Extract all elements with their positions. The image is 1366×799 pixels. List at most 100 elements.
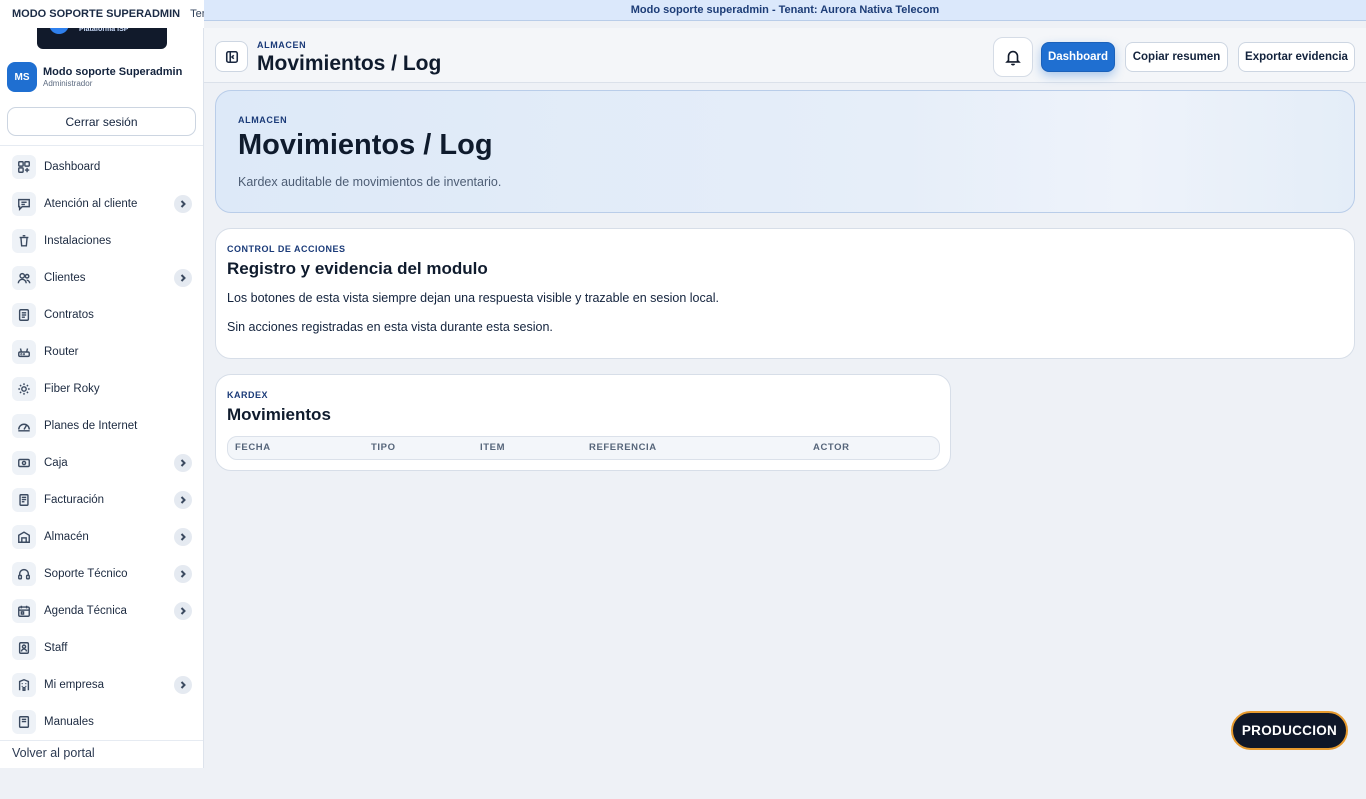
back-to-portal-link[interactable]: Volver al portal (12, 746, 95, 760)
gauge-icon (12, 413, 36, 438)
export-evidence-button[interactable]: Exportar evidencia (1238, 42, 1355, 72)
sidebar-item-router[interactable]: Router (0, 333, 203, 370)
tenant-label: Tenant (190, 8, 204, 20)
chat-icon (12, 191, 36, 216)
card-title: Registro y evidencia del modulo (227, 259, 488, 278)
column-header-item: ITEM (480, 442, 506, 453)
sidebar-item-label: Caja (44, 456, 68, 469)
sidebar-item-label: Router (44, 345, 79, 358)
chevron-right-icon[interactable] (174, 602, 192, 620)
support-mode-text: Modo soporte superadmin - Tenant: Aurora… (630, 4, 940, 16)
hero-panel: ALMACEN Movimientos / Log Kardex auditab… (215, 90, 1355, 213)
user-profile: MS Modo soporte Superadmin Administrador (7, 62, 197, 92)
badge-icon (12, 635, 36, 660)
sidebar-item-label: Manuales (44, 715, 94, 728)
dashboard-button[interactable]: Dashboard (1041, 42, 1115, 72)
sidebar-item-clientes[interactable]: Clientes (0, 259, 203, 296)
users-icon (12, 265, 36, 290)
environment-badge[interactable]: PRODUCCION (1231, 711, 1348, 750)
action-control-card: CONTROL DE ACCIONES Registro y evidencia… (215, 228, 1355, 359)
sidebar-nav: Dashboard Atención al cliente Instalacione… (0, 148, 203, 740)
divider (0, 740, 203, 741)
sidebar-item-label: Staff (44, 641, 68, 654)
sidebar: Plataforma ISP MS Modo soporte Superadmi… (0, 0, 204, 768)
sidebar-item-label: Agenda Técnica (44, 604, 127, 617)
hero-subtitle: Kardex auditable de movimientos de inven… (238, 175, 502, 189)
sidebar-item-facturacion[interactable]: Facturación (0, 481, 203, 518)
hero-title: Movimientos / Log (238, 129, 493, 161)
sidebar-item-caja[interactable]: Caja (0, 444, 203, 481)
column-header-referencia: REFERENCIA (589, 442, 657, 453)
sidebar-item-planes-de-internet[interactable]: Planes de Internet (0, 407, 203, 444)
kardex-card: KARDEX Movimientos FECHA TIPO ITEM REFER… (215, 374, 951, 471)
sidebar-item-label: Soporte Técnico (44, 567, 128, 580)
building-icon (12, 672, 36, 697)
invoice-icon (12, 487, 36, 512)
sidebar-item-label: Mi empresa (44, 678, 105, 691)
headset-icon (12, 561, 36, 586)
sidebar-item-label: Fiber Roky (44, 382, 100, 395)
profile-role: Administrador (43, 79, 93, 88)
copy-summary-button[interactable]: Copiar resumen (1125, 42, 1228, 72)
sidebar-item-contratos[interactable]: Contratos (0, 296, 203, 333)
cash-icon (12, 450, 36, 475)
trash-icon (12, 228, 36, 253)
sidebar-item-label: Clientes (44, 271, 86, 284)
chevron-right-icon[interactable] (174, 269, 192, 287)
sidebar-item-manuales[interactable]: Manuales (0, 703, 203, 740)
card-title: Movimientos (227, 405, 331, 424)
sidebar-item-label: Facturación (44, 493, 105, 506)
notifications-button[interactable] (993, 37, 1033, 77)
sidebar-item-atencion-al-cliente[interactable]: Atención al cliente (0, 185, 203, 222)
chevron-right-icon[interactable] (174, 565, 192, 583)
column-header-tipo: TIPO (371, 442, 396, 453)
dashboard-icon (12, 154, 36, 179)
support-mode-banner: Modo soporte superadmin - Tenant: Aurora… (204, 0, 1366, 21)
sidebar-item-almacen[interactable]: Almacén (0, 518, 203, 555)
column-header-actor: ACTOR (813, 442, 850, 453)
collapse-sidebar-button[interactable] (215, 41, 248, 72)
sidebar-toggle-icon (225, 50, 238, 63)
sidebar-item-label: Almacén (44, 530, 89, 543)
chevron-right-icon[interactable] (174, 491, 192, 509)
divider (0, 145, 203, 146)
bell-icon (1005, 50, 1021, 66)
sidebar-item-instalaciones[interactable]: Instalaciones (0, 222, 203, 259)
sun-icon (12, 376, 36, 401)
sidebar-item-label: Contratos (44, 308, 94, 321)
profile-name: Modo soporte Superadmin (43, 66, 183, 78)
router-icon (12, 339, 36, 364)
sidebar-item-label: Planes de Internet (44, 419, 138, 432)
chevron-right-icon[interactable] (174, 528, 192, 546)
card-kicker: KARDEX (227, 390, 269, 400)
document-icon (12, 302, 36, 327)
sidebar-item-mi-empresa[interactable]: Mi empresa (0, 666, 203, 703)
sidebar-item-label: Atención al cliente (44, 197, 138, 210)
action-log-status: Sin acciones registradas en esta vista d… (227, 320, 553, 334)
card-description: Los botones de esta vista siempre dejan … (227, 291, 719, 305)
sidebar-item-fiber-roky[interactable]: Fiber Roky (0, 370, 203, 407)
chevron-right-icon[interactable] (174, 195, 192, 213)
sidebar-item-soporte-tecnico[interactable]: Soporte Técnico (0, 555, 203, 592)
page-header: ALMACEN Movimientos / Log Dashboard Copi… (204, 28, 1366, 83)
hero-kicker: ALMACEN (238, 115, 288, 125)
chevron-right-icon[interactable] (174, 676, 192, 694)
sidebar-item-agenda-tecnica[interactable]: Agenda Técnica (0, 592, 203, 629)
page-title: Movimientos / Log (257, 52, 442, 75)
support-mode-banner-left: MODO SOPORTE SUPERADMIN Tenant (0, 0, 204, 28)
movements-table-header: FECHA TIPO ITEM REFERENCIA ACTOR (227, 436, 940, 460)
warehouse-icon (12, 524, 36, 549)
logout-button[interactable]: Cerrar sesión (7, 107, 196, 136)
calendar-icon (12, 598, 36, 623)
avatar: MS (7, 62, 37, 92)
chevron-right-icon[interactable] (174, 454, 192, 472)
sidebar-item-label: Instalaciones (44, 234, 112, 247)
support-mode-label: MODO SOPORTE SUPERADMIN (12, 8, 181, 20)
sidebar-item-dashboard[interactable]: Dashboard (0, 148, 203, 185)
card-kicker: CONTROL DE ACCIONES (227, 244, 346, 254)
column-header-fecha: FECHA (235, 442, 271, 453)
breadcrumb: ALMACEN (257, 40, 307, 50)
sidebar-item-staff[interactable]: Staff (0, 629, 203, 666)
sidebar-item-label: Dashboard (44, 160, 101, 173)
book-icon (12, 709, 36, 734)
